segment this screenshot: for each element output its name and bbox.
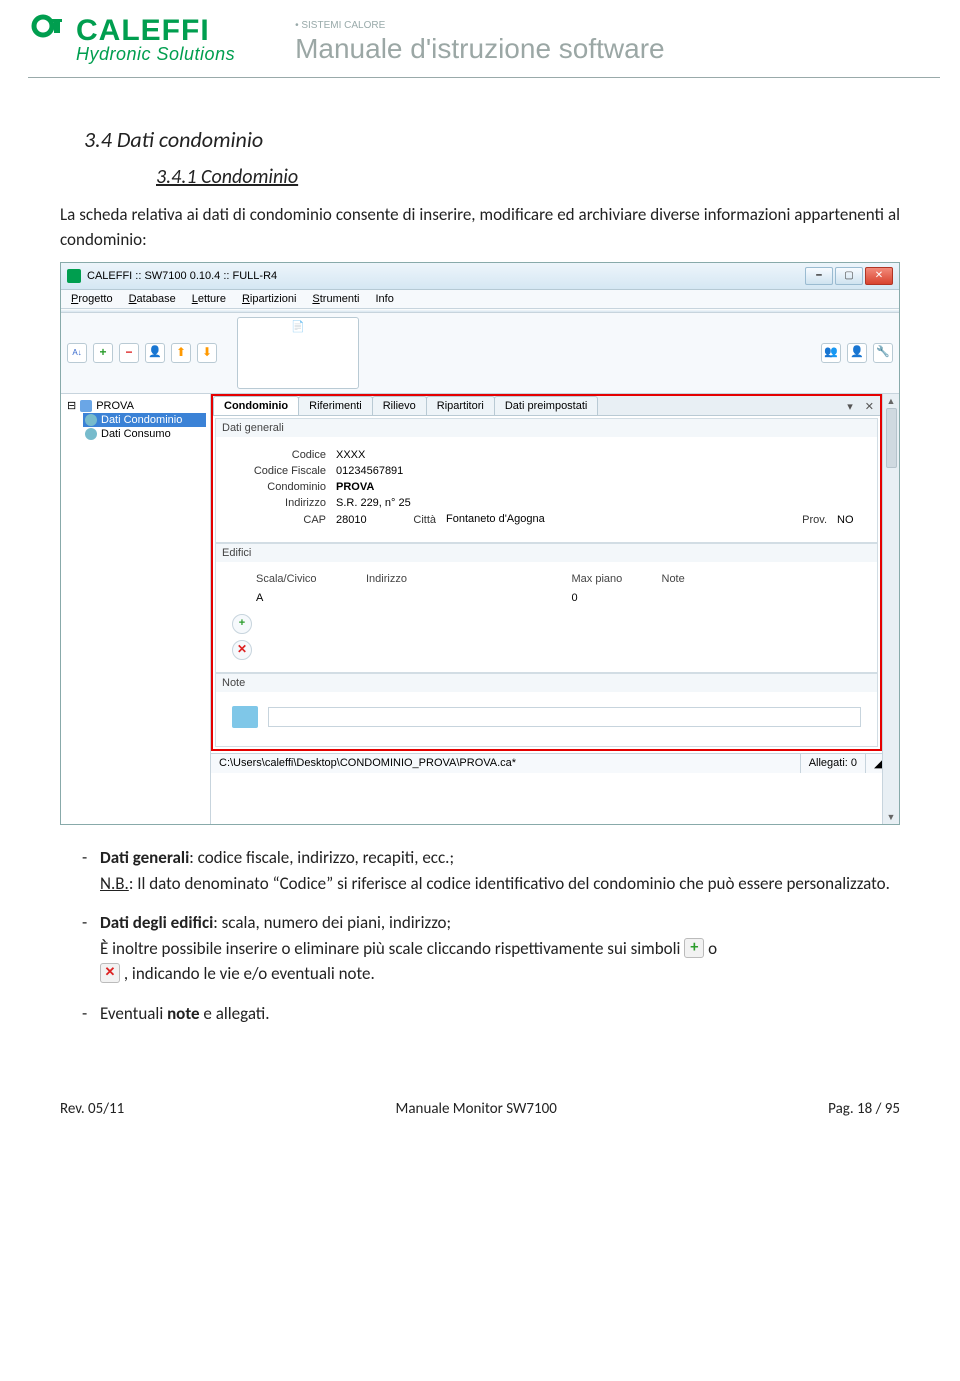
- value-cap[interactable]: 28010: [336, 514, 386, 526]
- tree-dati-consumo[interactable]: Dati Consumo: [83, 427, 206, 441]
- scroll-thumb[interactable]: [886, 408, 897, 468]
- col-scala: Scala/Civico: [256, 573, 366, 585]
- section-note: Note: [215, 673, 878, 692]
- tab-ripartitori[interactable]: Ripartitori: [426, 396, 495, 415]
- tab-condominio[interactable]: Condominio: [213, 396, 299, 415]
- tree-panel: ⊟PROVA Dati Condominio Dati Consumo: [61, 394, 211, 824]
- tool-remove-icon[interactable]: [119, 343, 139, 363]
- menu-ripartizioni[interactable]: Ripartizioni: [242, 293, 296, 305]
- tool-user-icon[interactable]: [145, 343, 165, 363]
- folder-icon: [80, 400, 92, 412]
- toolbar: [61, 313, 899, 394]
- close-button[interactable]: [865, 267, 893, 285]
- tool-doc-icon[interactable]: [237, 317, 359, 389]
- label-indirizzo: Indirizzo: [226, 497, 326, 509]
- section-dati-generali: Dati generali: [215, 418, 878, 437]
- tab-dati-preimpostati[interactable]: Dati preimpostati: [494, 396, 599, 415]
- logo-overline: • SISTEMI CALORE: [295, 20, 940, 31]
- vertical-scrollbar[interactable]: ▲ ▼: [882, 394, 899, 824]
- bullet-list: Dati generali: codice fiscale, indirizzo…: [82, 845, 900, 1026]
- tree-dati-condominio[interactable]: Dati Condominio: [83, 413, 206, 427]
- tool-group-icon[interactable]: [821, 343, 841, 363]
- bullet-note: Eventuali note e allegati.: [82, 1001, 900, 1027]
- maximize-button[interactable]: [835, 267, 863, 285]
- bullet-dati-edifici: Dati degli edifici: scala, numero dei pi…: [82, 910, 900, 987]
- section-edifici: Edifici: [215, 543, 878, 562]
- tree-root[interactable]: ⊟PROVA: [65, 398, 206, 413]
- leaf-icon: [85, 428, 97, 440]
- edifici-add-icon[interactable]: [232, 614, 252, 634]
- edifici-delete-icon[interactable]: [232, 640, 252, 660]
- page-header: CALEFFI Hydronic Solutions • SISTEMI CAL…: [0, 0, 960, 73]
- note-folder-icon[interactable]: [232, 706, 258, 728]
- scroll-up-icon[interactable]: ▲: [887, 396, 896, 406]
- note-input[interactable]: [268, 707, 861, 727]
- minimize-button[interactable]: [805, 267, 833, 285]
- label-citta: Città: [396, 514, 436, 526]
- document-body: 3.4 Dati condominio 3.4.1 Condominio La …: [0, 78, 960, 1080]
- status-path: C:\Users\caleffi\Desktop\CONDOMINIO_PROV…: [211, 754, 801, 773]
- tool-sort-icon[interactable]: [67, 343, 87, 363]
- bullet-dati-generali: Dati generali: codice fiscale, indirizzo…: [82, 845, 900, 896]
- edifici-table-header: Scala/Civico Indirizzo Max piano Note: [226, 570, 867, 590]
- label-codice: Codice: [226, 449, 326, 461]
- menu-strumenti[interactable]: Strumenti: [312, 293, 359, 305]
- tool-down-icon[interactable]: [197, 343, 217, 363]
- value-prov[interactable]: NO: [837, 514, 867, 526]
- col-indirizzo: Indirizzo: [366, 573, 572, 585]
- cell-maxpiano: 0: [572, 592, 662, 604]
- scroll-down-icon[interactable]: ▼: [887, 812, 896, 822]
- page-title: Manuale d'istruzione software: [295, 33, 940, 65]
- status-allegati: Allegati: 0: [801, 754, 866, 773]
- footer-page: Pag. 18 / 95: [828, 1100, 900, 1118]
- resize-grip-icon[interactable]: ◢: [866, 754, 882, 773]
- logo-mark-icon: [28, 14, 72, 58]
- footer-rev: Rev. 05/11: [60, 1100, 124, 1118]
- label-condominio: Condominio: [226, 481, 326, 493]
- heading-3-4-1: 3.4.1 Condominio: [156, 165, 900, 189]
- footer-title: Manuale Monitor SW7100: [396, 1100, 557, 1118]
- leaf-icon: [85, 414, 97, 426]
- tab-strip: Condominio Riferimenti Rilievo Ripartito…: [213, 396, 880, 416]
- menu-progetto[interactable]: Progetto: [71, 293, 113, 305]
- add-icon: [684, 938, 704, 958]
- logo-name: CALEFFI: [76, 14, 235, 48]
- window-title: CALEFFI :: SW7100 0.10.4 :: FULL-R4: [87, 270, 277, 282]
- cell-scala: A: [256, 592, 366, 604]
- logo-subtitle: Hydronic Solutions: [76, 44, 235, 65]
- tab-menu-icon[interactable]: ▾: [841, 398, 859, 415]
- menu-info[interactable]: Info: [375, 293, 393, 305]
- col-maxpiano: Max piano: [572, 573, 662, 585]
- label-cf: Codice Fiscale: [226, 465, 326, 477]
- tool-settings-icon[interactable]: [873, 343, 893, 363]
- label-cap: CAP: [226, 514, 326, 526]
- window-titlebar: CALEFFI :: SW7100 0.10.4 :: FULL-R4: [61, 263, 899, 290]
- highlighted-region: Condominio Riferimenti Rilievo Ripartito…: [211, 394, 882, 751]
- menubar: Progetto Database Letture Ripartizioni S…: [61, 290, 899, 309]
- intro-paragraph: La scheda relativa ai dati di condominio…: [60, 203, 900, 252]
- statusbar: C:\Users\caleffi\Desktop\CONDOMINIO_PROV…: [211, 753, 882, 773]
- tab-riferimenti[interactable]: Riferimenti: [298, 396, 373, 415]
- app-icon: [67, 269, 81, 283]
- value-codice[interactable]: XXXX: [336, 449, 365, 461]
- value-indirizzo[interactable]: S.R. 229, n° 25: [336, 497, 411, 509]
- app-screenshot: CALEFFI :: SW7100 0.10.4 :: FULL-R4 Prog…: [60, 262, 900, 825]
- logo: CALEFFI Hydronic Solutions: [28, 14, 235, 65]
- tab-rilievo[interactable]: Rilievo: [372, 396, 427, 415]
- value-condominio[interactable]: PROVA: [336, 481, 374, 493]
- menu-database[interactable]: Database: [129, 293, 176, 305]
- value-cf[interactable]: 01234567891: [336, 465, 403, 477]
- delete-icon: [100, 963, 120, 983]
- tab-close-icon[interactable]: ✕: [859, 398, 880, 415]
- edifici-table-row[interactable]: A 0: [226, 590, 867, 610]
- page-footer: Rev. 05/11 Manuale Monitor SW7100 Pag. 1…: [0, 1080, 960, 1146]
- tool-up-icon[interactable]: [171, 343, 191, 363]
- menu-letture[interactable]: Letture: [192, 293, 226, 305]
- tool-user2-icon[interactable]: [847, 343, 867, 363]
- col-note: Note: [662, 573, 868, 585]
- tool-add-icon[interactable]: [93, 343, 113, 363]
- label-prov: Prov.: [787, 514, 827, 526]
- heading-3-4: 3.4 Dati condominio: [84, 126, 900, 153]
- value-citta[interactable]: Fontaneto d'Agogna: [446, 513, 777, 526]
